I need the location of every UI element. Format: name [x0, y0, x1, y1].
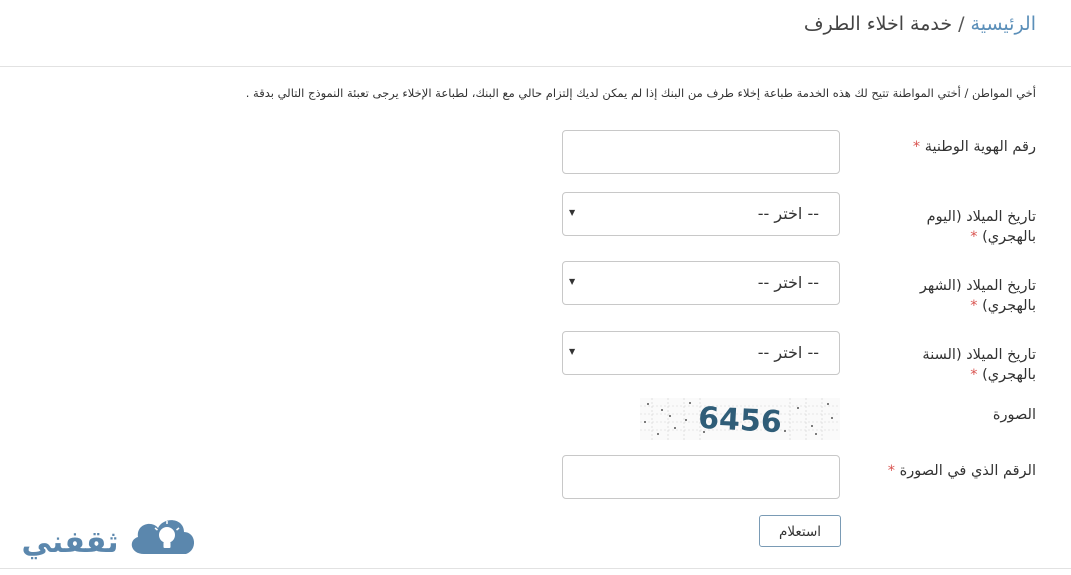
- captcha-label: الصورة: [992, 407, 1036, 423]
- birth-month-label: تاريخ الميلاد (الشهر بالهجري) *: [919, 278, 1036, 314]
- page-title: خدمة اخلاء الطرف: [803, 13, 953, 35]
- breadcrumb-separator: /: [958, 13, 965, 35]
- birth-year-select[interactable]: -- اختر -- ▼: [562, 331, 840, 375]
- site-logo: ثقفني: [12, 508, 212, 566]
- required-mark: *: [912, 139, 921, 155]
- logo-text: ثقفني: [21, 525, 118, 560]
- captcha-input-label: الرقم الذي في الصورة *: [887, 463, 1036, 479]
- required-mark: *: [970, 298, 978, 314]
- national-id-label: رقم الهوية الوطنية *: [912, 139, 1036, 155]
- birth-year-selected-value: -- اختر --: [757, 343, 819, 362]
- captcha-code: 6456: [697, 401, 782, 440]
- intro-text: أخي المواطن / أختي المواطنة تتيح لك هذه …: [245, 86, 1036, 100]
- required-mark: *: [970, 229, 978, 245]
- breadcrumb: الرئيسية /خدمة اخلاء الطرف: [804, 13, 1036, 35]
- dropdown-arrow-icon: ▼: [569, 347, 576, 356]
- dropdown-arrow-icon: ▼: [569, 208, 576, 217]
- birth-day-label: تاريخ الميلاد (اليوم بالهجري) *: [926, 209, 1036, 245]
- header-divider: [0, 66, 1071, 67]
- required-mark: *: [887, 463, 895, 479]
- birth-day-selected-value: -- اختر --: [757, 204, 819, 223]
- inquiry-button[interactable]: استعلام: [759, 515, 841, 547]
- birth-day-select[interactable]: -- اختر -- ▼: [562, 192, 840, 236]
- national-id-input[interactable]: [562, 130, 840, 174]
- dropdown-arrow-icon: ▼: [569, 277, 576, 286]
- footer-divider: [0, 568, 1071, 569]
- birth-month-selected-value: -- اختر --: [757, 273, 819, 292]
- birth-month-select[interactable]: -- اختر -- ▼: [562, 261, 840, 305]
- breadcrumb-home-link[interactable]: الرئيسية: [971, 13, 1036, 35]
- birth-year-label: تاريخ الميلاد (السنة بالهجري) *: [922, 347, 1036, 383]
- captcha-input[interactable]: [562, 455, 840, 499]
- captcha-image: 6456: [640, 398, 840, 440]
- lightbulb-cloud-icon: [131, 520, 195, 554]
- required-mark: *: [970, 367, 978, 383]
